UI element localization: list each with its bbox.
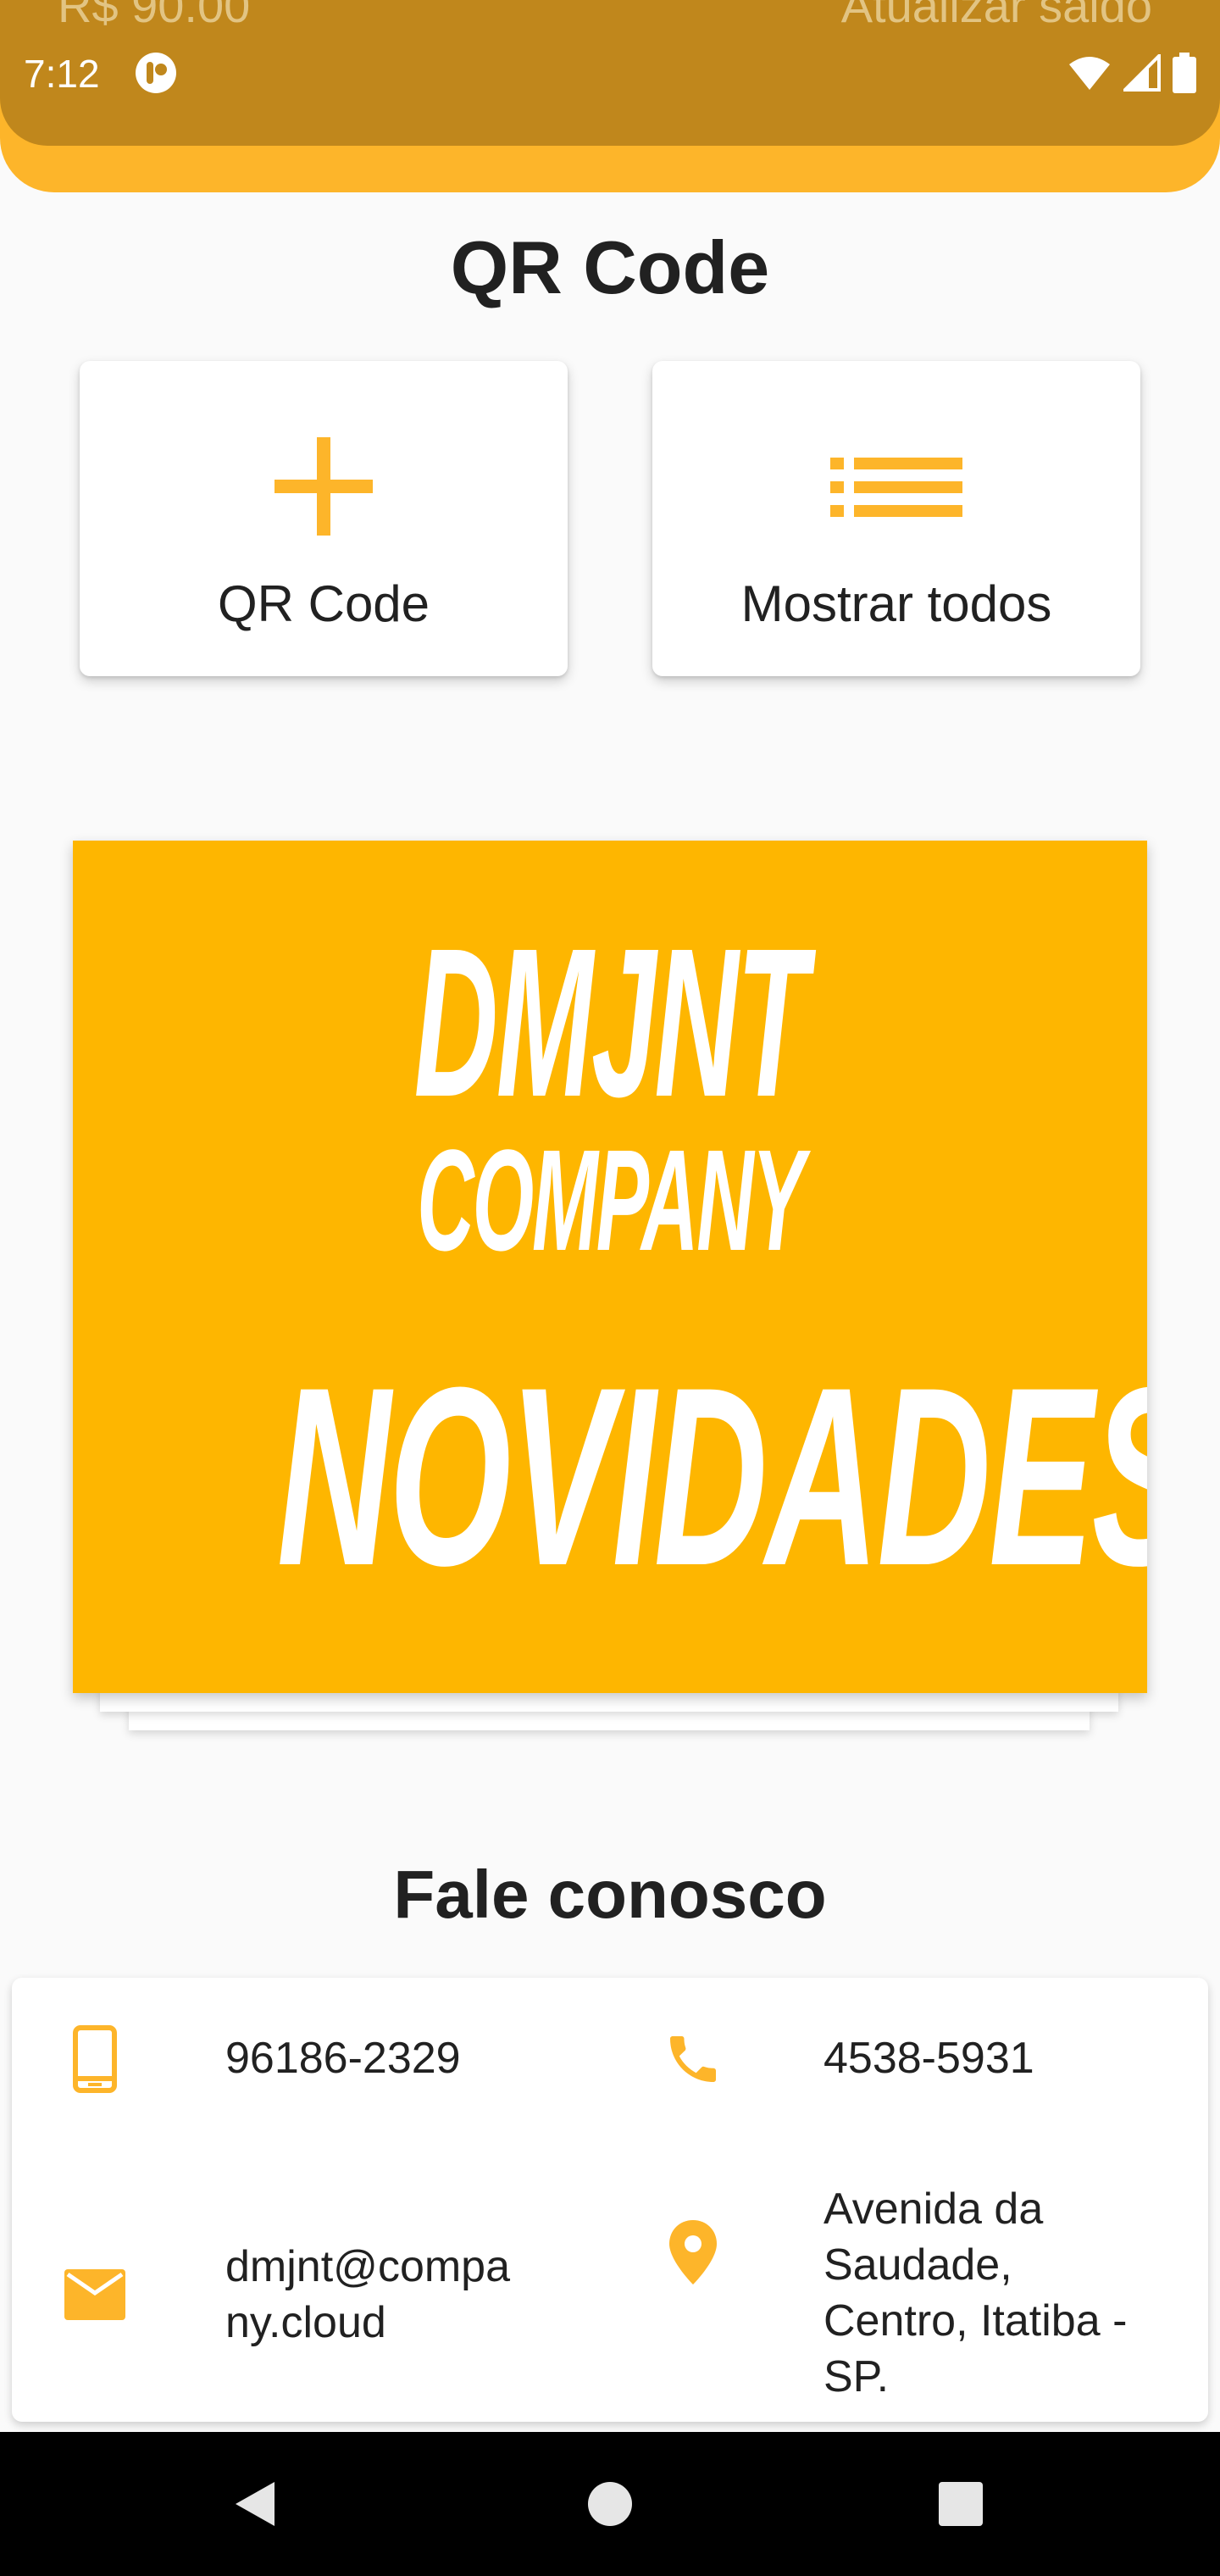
address-line: Avenida da <box>824 2185 1044 2234</box>
phone-icon <box>659 2025 727 2093</box>
address[interactable]: Avenida da Saudade, Centro, Itatiba - SP… <box>824 2181 1127 2405</box>
back-icon <box>236 2482 274 2526</box>
balance-text: R$ 90.00 <box>58 0 251 32</box>
phone-number[interactable]: 4538-5931 <box>824 2030 1034 2086</box>
contact-card: 96186-2329 4538-5931 dmjnt@compa ny.clou… <box>12 1978 1208 2422</box>
qr-section-title: QR Code <box>450 225 770 309</box>
battery-icon <box>1173 53 1196 93</box>
status-time: 7:12 <box>24 52 100 96</box>
email-icon <box>61 2261 129 2329</box>
back-button[interactable] <box>203 2432 305 2576</box>
list-icon <box>652 434 1140 539</box>
news-banner[interactable]: DMJNT COMPANY NOVIDADES <box>73 841 1147 1693</box>
address-line: Centro, Itatiba - <box>824 2296 1128 2346</box>
location-pin-icon <box>659 2218 727 2286</box>
home-icon <box>588 2482 632 2526</box>
wifi-icon <box>1069 57 1110 90</box>
notification-app-icon <box>136 53 176 93</box>
show-all-label: Mostrar todos <box>740 575 1052 632</box>
mobile-number[interactable]: 96186-2329 <box>225 2030 461 2086</box>
update-balance-link[interactable]: Atualizar saldo <box>841 0 1152 33</box>
smartphone-icon <box>61 2025 129 2093</box>
banner-news-line: NOVIDADES <box>276 1334 1147 1618</box>
email-line: dmjnt@compa <box>225 2242 511 2291</box>
address-line: Saudade, <box>824 2240 1012 2290</box>
recents-icon <box>939 2482 983 2526</box>
add-icon <box>80 434 568 539</box>
home-button[interactable] <box>559 2432 661 2576</box>
status-icons <box>1068 51 1196 95</box>
new-qr-code-button[interactable]: QR Code <box>80 361 568 676</box>
show-all-button[interactable]: Mostrar todos <box>652 361 1140 676</box>
banner-brand-line: DMJNT <box>413 904 808 1141</box>
email-address[interactable]: dmjnt@compa ny.cloud <box>225 2239 510 2351</box>
recents-button[interactable] <box>910 2432 1012 2576</box>
banner-company-line: COMPANY <box>417 1120 805 1281</box>
email-line: ny.cloud <box>225 2298 386 2347</box>
contact-section-title: Fale conosco <box>393 1857 827 1932</box>
signal-icon <box>1123 54 1161 92</box>
system-navigation-bar <box>0 2432 1220 2576</box>
status-bar: R$ 90.00 Atualizar saldo 7:12 <box>0 0 1220 146</box>
new-qr-code-label: QR Code <box>217 575 430 632</box>
address-line: SP. <box>824 2352 890 2401</box>
